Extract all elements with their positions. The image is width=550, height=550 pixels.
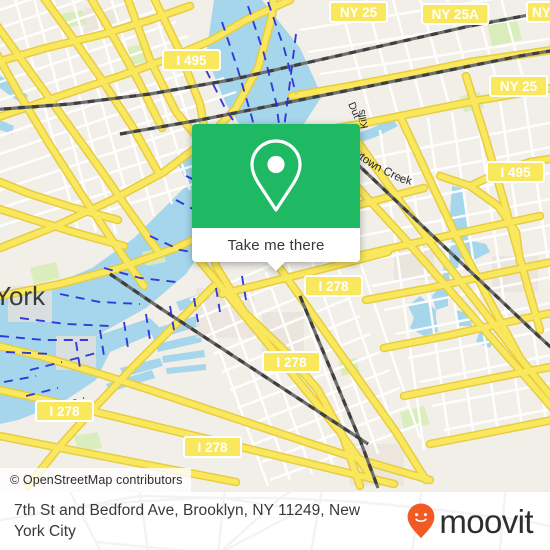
callout-action-bar[interactable]: Take me there xyxy=(192,228,360,262)
road-shield: I 278 xyxy=(35,400,94,422)
location-callout-card[interactable]: Take me there xyxy=(192,124,360,271)
road-shield-label: I 278 xyxy=(318,279,349,294)
osm-attribution-text: © OpenStreetMap contributors xyxy=(10,473,183,487)
map-label-city: York xyxy=(0,281,46,311)
road-shield: NY xyxy=(526,1,550,23)
road-shield-label: I 278 xyxy=(276,355,307,370)
callout-pointer-tail xyxy=(267,262,285,271)
take-me-there-label: Take me there xyxy=(227,236,325,254)
moovit-brand[interactable]: moovit xyxy=(406,502,534,540)
page-footer: 7th St and Bedford Ave, Brooklyn, NY 112… xyxy=(0,492,550,550)
screenshot-root: York Newtown Creek Kills Dut NY 25NY 25A… xyxy=(0,0,550,550)
road-shield-label: NY 25A xyxy=(432,7,479,22)
map-canvas[interactable]: York Newtown Creek Kills Dut NY 25NY 25A… xyxy=(0,0,550,492)
road-shield: NY 25 xyxy=(329,1,388,23)
road-shield: I 278 xyxy=(304,275,363,297)
map-pin-icon xyxy=(250,139,302,212)
road-shield-label: NY 25 xyxy=(500,79,538,94)
address-label: 7th St and Bedford Ave, Brooklyn, NY 112… xyxy=(14,502,361,540)
osm-attribution[interactable]: © OpenStreetMap contributors xyxy=(0,468,191,492)
road-shield-label: NY xyxy=(532,5,550,20)
road-shield: I 278 xyxy=(262,351,321,373)
road-shield: NY 25A xyxy=(421,3,490,25)
road-shield: NY 25 xyxy=(489,75,548,97)
road-shield-label: NY 25 xyxy=(340,5,378,20)
moovit-wordmark: moovit xyxy=(439,502,533,540)
road-shield-label: I 278 xyxy=(197,440,228,455)
road-shield-label: I 495 xyxy=(500,165,531,180)
road-shield: I 495 xyxy=(162,49,221,71)
callout-header xyxy=(192,124,360,228)
footer-content: 7th St and Bedford Ave, Brooklyn, NY 112… xyxy=(0,492,550,550)
road-shield: I 495 xyxy=(486,161,545,183)
road-shield: I 278 xyxy=(183,436,242,458)
road-shield-label: I 495 xyxy=(176,53,207,68)
moovit-smiley-pin-icon xyxy=(407,503,435,539)
road-shield-label: I 278 xyxy=(49,404,80,419)
